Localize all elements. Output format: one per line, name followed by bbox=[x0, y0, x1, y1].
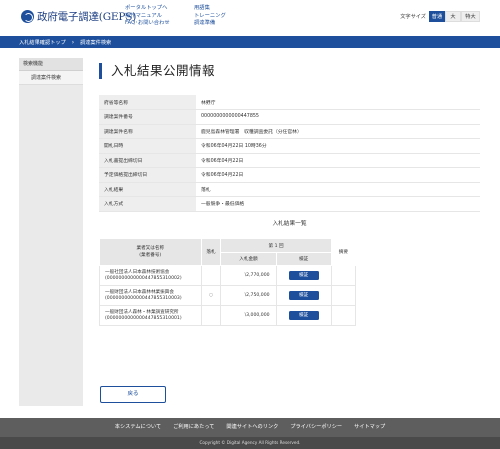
bidder-number: (0000000000000447855310003) bbox=[105, 295, 182, 301]
bid-amount: \3,000,000 bbox=[220, 305, 277, 326]
info-row: 予定価格提出締切日 令和06年04月22日 bbox=[99, 167, 480, 183]
info-label: 府省等名称 bbox=[99, 95, 196, 110]
bid-amount: \2,770,000 bbox=[220, 265, 277, 286]
copyright: Copyright © Digital Agency All Rights Re… bbox=[0, 437, 500, 449]
award-mark bbox=[200, 305, 222, 326]
info-row: 開札日時 令和06年04月22日 10時36分 bbox=[99, 138, 480, 154]
font-size-label: 文字サイズ bbox=[400, 14, 426, 20]
table-row: 一般財団法人日本森林林業振興会 (000000000000044785531000… bbox=[99, 285, 357, 306]
info-label: 入札書提出締切日 bbox=[99, 153, 196, 168]
detail-cell: 検証 bbox=[275, 285, 332, 306]
info-row: 府省等名称 林野庁 bbox=[99, 95, 480, 110]
detail-cell: 検証 bbox=[275, 305, 332, 326]
info-row: 入札方式 一般競争・最低価格 bbox=[99, 196, 480, 212]
info-row: 調達案件番号 0000000000000447855 bbox=[99, 109, 480, 125]
sidebar-item-case-search[interactable]: 調達案件検索 bbox=[19, 71, 83, 85]
site-header: 政府電子調達(GEPS) ポータルトップへ 操作マニュアル FAQ･お問い合わせ… bbox=[0, 0, 500, 33]
table-row: 一般財団法人森林・林業調査研究所 (00000000000004478553100… bbox=[99, 305, 357, 326]
info-value: 令和06年04月22日 bbox=[196, 167, 480, 183]
info-label: 調達案件名称 bbox=[99, 124, 196, 139]
info-value: 一般競争・最低価格 bbox=[196, 196, 480, 212]
font-size-switcher: 文字サイズ 普通 大 特大 bbox=[400, 11, 480, 22]
footer-links: 本システムについて ご利用にあたって 関連サイトへのリンク プライバシーポリシー… bbox=[0, 423, 500, 430]
info-value: 令和06年04月22日 10時36分 bbox=[196, 138, 480, 154]
info-value: 落札 bbox=[196, 182, 480, 197]
info-value: 令和06年04月22日 bbox=[196, 153, 480, 168]
table-row: 一般社団法人日本森林技術協会 (0000000000000447855310002… bbox=[99, 265, 357, 286]
font-size-normal-button[interactable]: 普通 bbox=[429, 11, 445, 22]
link-glossary[interactable]: 用語集 bbox=[194, 5, 226, 13]
footer-link-about[interactable]: 本システムについて bbox=[115, 423, 161, 430]
info-row: 入札結果 落札 bbox=[99, 182, 480, 197]
bidder-cell: 一般社団法人日本森林技術協会 (0000000000000447855310002… bbox=[99, 265, 202, 286]
breadcrumb-item-search[interactable]: 調達案件検索 bbox=[80, 39, 111, 46]
col-header-award: 落札 bbox=[200, 238, 222, 266]
font-size-xlarge-button[interactable]: 特大 bbox=[461, 11, 480, 22]
info-label: 入札結果 bbox=[99, 182, 196, 197]
footer-link-usage[interactable]: ご利用にあたって bbox=[173, 423, 214, 430]
remarks-cell bbox=[330, 305, 357, 326]
sidebar: 検索機能 調達案件検索 bbox=[19, 58, 83, 406]
geps-logo-icon bbox=[21, 10, 34, 23]
info-label: 調達案件番号 bbox=[99, 109, 196, 125]
col-header-name: 業者又は名称 (業者番号) bbox=[99, 238, 202, 266]
header-links-secondary: 用語集 トレーニング 調達準備 bbox=[194, 5, 226, 28]
sidebar-title: 検索機能 bbox=[19, 58, 83, 71]
back-button[interactable]: 戻る bbox=[100, 386, 166, 403]
info-value: 0000000000000447855 bbox=[196, 109, 480, 125]
award-mark bbox=[200, 265, 222, 286]
page-title: 入札結果公開情報 bbox=[99, 63, 215, 79]
font-size-large-button[interactable]: 大 bbox=[445, 11, 461, 22]
bidder-cell: 一般財団法人森林・林業調査研究所 (00000000000004478553100… bbox=[99, 305, 202, 326]
col-header-remarks: 摘要 bbox=[330, 238, 357, 266]
remarks-cell bbox=[330, 285, 357, 306]
verify-button[interactable]: 検証 bbox=[288, 311, 319, 320]
verify-button[interactable]: 検証 bbox=[288, 291, 319, 300]
info-value: 林野庁 bbox=[196, 95, 480, 110]
case-info-table: 府省等名称 林野庁 調達案件番号 0000000000000447855 調達案件名… bbox=[99, 95, 480, 212]
breadcrumb: 入札結果確認トップ › 調達案件検索 bbox=[19, 36, 111, 48]
bidder-cell: 一般財団法人日本森林林業振興会 (000000000000044785531000… bbox=[99, 285, 202, 306]
info-label: 入札方式 bbox=[99, 196, 196, 212]
chevron-right-icon: › bbox=[71, 38, 75, 46]
award-mark: ○ bbox=[200, 285, 222, 306]
link-faq[interactable]: FAQ･お問い合わせ bbox=[125, 20, 170, 28]
header-links-primary: ポータルトップへ 操作マニュアル FAQ･お問い合わせ bbox=[125, 5, 170, 28]
bidder-number: (0000000000000447855310001) bbox=[105, 315, 182, 321]
info-value: 鹿児島森林管理署 収穫調査委託（分任官林） bbox=[196, 124, 480, 139]
info-row: 入札書提出締切日 令和06年04月22日 bbox=[99, 153, 480, 168]
breadcrumb-item-top[interactable]: 入札結果確認トップ bbox=[19, 39, 66, 46]
info-row: 調達案件名称 鹿児島森林管理署 収穫調査委託（分任官林） bbox=[99, 124, 480, 139]
footer-link-privacy[interactable]: プライバシーポリシー bbox=[290, 423, 342, 430]
link-preparation[interactable]: 調達準備 bbox=[194, 20, 226, 28]
site-logo[interactable]: 政府電子調達(GEPS) bbox=[21, 9, 136, 24]
info-label: 開札日時 bbox=[99, 138, 196, 154]
results-table: 業者又は名称 (業者番号) 落札 第 1 回 摘要 入札金額 検証 一般社団法人… bbox=[99, 238, 357, 326]
col-header-amount: 入札金額 bbox=[220, 252, 277, 266]
results-title: 入札結果一覧 bbox=[272, 221, 307, 227]
info-label: 予定価格提出締切日 bbox=[99, 167, 196, 183]
verify-button[interactable]: 検証 bbox=[288, 271, 319, 280]
detail-cell: 検証 bbox=[275, 265, 332, 286]
link-portal-top[interactable]: ポータルトップへ bbox=[125, 5, 170, 13]
breadcrumb-bar: 入札結果確認トップ › 調達案件検索 bbox=[0, 36, 500, 48]
col-header-detail: 検証 bbox=[275, 252, 332, 266]
footer-link-related[interactable]: 関連サイトへのリンク bbox=[226, 423, 278, 430]
bid-amount: \2,750,000 bbox=[220, 285, 277, 306]
col-header-round: 第 1 回 bbox=[220, 238, 332, 253]
footer-link-sitemap[interactable]: サイトマップ bbox=[354, 423, 385, 430]
remarks-cell bbox=[330, 265, 357, 286]
bidder-number: (0000000000000447855310002) bbox=[105, 275, 182, 281]
logo-text: 政府電子調達(GEPS) bbox=[37, 11, 137, 23]
